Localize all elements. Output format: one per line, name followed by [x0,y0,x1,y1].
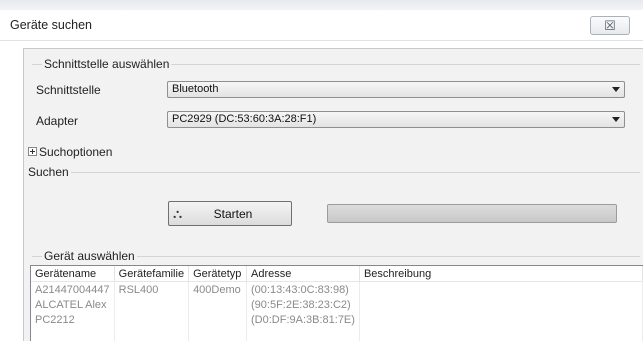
col-header-address[interactable]: Adresse [246,266,360,282]
start-search-button[interactable]: ⛬ Starten [168,201,292,226]
search-progress-bar [327,204,617,223]
col-header-type[interactable]: Gerätetyp [188,266,247,282]
device-table: Gerätename Gerätefamilie Gerätetyp Adres… [31,266,643,341]
cell-address: (D0:DF:9A:3B:81:7E) [246,312,360,327]
cell-type: 400Demo [188,281,247,297]
expand-plus-icon[interactable] [28,147,37,156]
close-button[interactable]: ☒ [590,16,630,35]
table-row-empty [31,327,643,341]
table-header-row: Gerätename Gerätefamilie Gerätetyp Adres… [31,266,643,282]
col-header-description[interactable]: Beschreibung [359,266,643,282]
adapter-label: Adapter [36,114,79,128]
interface-group-title: Schnittstelle auswählen [42,57,172,71]
group-border [32,172,640,173]
cell-name: PC2212 [31,312,115,327]
interface-select[interactable]: Bluetooth [167,81,625,98]
search-devices-window: Geräte suchen ☒ Schnittstelle auswählen … [0,0,643,341]
cell-type [188,312,247,327]
search-options-label: Suchoptionen [39,145,113,159]
cell-description [359,281,643,297]
close-icon: ☒ [604,18,616,33]
col-header-family[interactable]: Gerätefamilie [114,266,190,282]
cell-name: A21447004447 [31,281,115,297]
title-bar: Geräte suchen ☒ [0,10,643,41]
cell-family [114,312,190,327]
adapter-select[interactable]: PC2929 (DC:53:60:3A:28:F1) [167,111,625,128]
search-group-title: Suchen [26,165,71,179]
interface-value: Bluetooth [172,83,219,95]
cell-name: ALCATEL Alex [31,297,115,312]
device-list[interactable]: Gerätename Gerätefamilie Gerätetyp Adres… [30,265,643,341]
table-row[interactable]: A21447004447 RSL400 400Demo (00:13:43:0C… [31,281,643,297]
table-row[interactable]: ALCATEL Alex (90:5F:2E:38:23:C2) [31,297,643,312]
col-header-name[interactable]: Gerätename [31,266,115,282]
cell-address: (90:5F:2E:38:23:C2) [246,297,360,312]
table-row[interactable]: PC2212 (D0:DF:9A:3B:81:7E) [31,312,643,327]
chevron-down-icon [612,117,620,122]
cell-type [188,297,247,312]
chevron-down-icon [612,87,620,92]
cell-description [359,312,643,327]
window-frame [0,0,643,10]
cell-address: (00:13:43:0C:83:98) [246,281,360,297]
adapter-value: PC2929 (DC:53:60:3A:28:F1) [172,113,317,125]
cell-family: RSL400 [114,281,190,297]
window-title: Geräte suchen [10,18,92,32]
search-options-expander[interactable]: Suchoptionen [28,145,112,159]
cell-family [114,297,190,312]
start-button-label: Starten [213,207,253,221]
interface-label: Schnittstelle [36,83,101,97]
interface-group: Schnittstelle auswählen Schnittstelle Bl… [32,57,640,145]
device-group-title: Gerät auswählen [42,249,137,263]
cell-description [359,297,643,312]
